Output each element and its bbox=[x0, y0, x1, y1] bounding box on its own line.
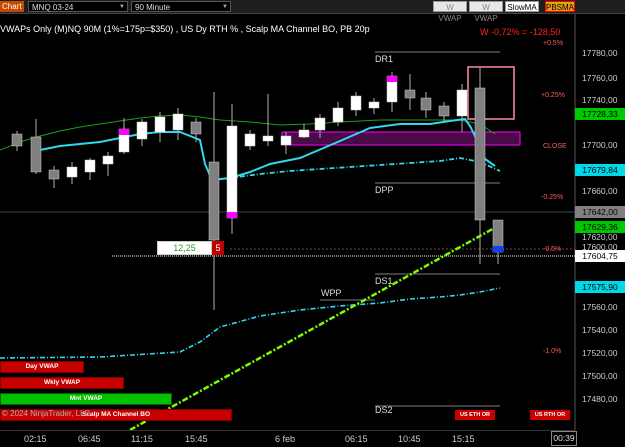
chevron-down-icon: ▼ bbox=[222, 4, 228, 10]
candle-body bbox=[420, 97, 432, 111]
price-badge-green-ma: 17728,33 bbox=[575, 108, 625, 120]
w-vwap-button-2[interactable]: W VWAP bbox=[469, 1, 503, 23]
trend-line bbox=[129, 224, 499, 430]
candle-body bbox=[404, 89, 416, 99]
candle-body bbox=[314, 117, 326, 131]
weekly-vwap-line bbox=[229, 157, 501, 179]
price-tick: 17560,00 bbox=[582, 302, 618, 312]
time-tick: 10:45 bbox=[398, 434, 421, 444]
price-tick: 17780,00 bbox=[582, 48, 618, 58]
instrument-selector[interactable]: MNQ 03-24 ▼ bbox=[28, 1, 128, 12]
us-eth-or-button[interactable]: US ETH OR bbox=[455, 410, 495, 420]
instrument-value: MNQ 03-24 bbox=[32, 3, 74, 12]
candle-body bbox=[298, 129, 310, 138]
candle-body bbox=[438, 105, 450, 117]
price-tick: 17760,00 bbox=[582, 73, 618, 83]
candle-body bbox=[154, 116, 166, 133]
weekly-vwap-label[interactable]: Wkly VWAP bbox=[0, 377, 124, 389]
candle-body bbox=[226, 125, 238, 219]
pct-label-minus-1: -1.0% bbox=[543, 348, 562, 355]
us-rth-or-button[interactable]: US RTH OR bbox=[530, 410, 570, 420]
candle-body bbox=[262, 135, 274, 142]
time-tick: 15:45 bbox=[185, 434, 208, 444]
pct-label-plus-0-5: +0.5% bbox=[543, 40, 564, 47]
signal-marker bbox=[493, 246, 503, 252]
candle-body bbox=[350, 95, 362, 111]
pct-label-close: CLOSE bbox=[543, 143, 567, 150]
signal-marker bbox=[387, 76, 397, 82]
time-tick: 06:15 bbox=[345, 434, 368, 444]
monthly-vwap-label[interactable]: Mnt VWAP bbox=[0, 393, 172, 405]
bar-counter: 12,25 bbox=[157, 241, 212, 255]
candle-body bbox=[11, 133, 23, 147]
price-tick: 17660,00 bbox=[582, 186, 618, 196]
price-badge-cyan-ma: 17679,84 bbox=[575, 164, 625, 176]
time-tick: 11:15 bbox=[131, 434, 153, 444]
price-tick: 17620,00 bbox=[582, 232, 618, 242]
price-badge-current: 17604,75 bbox=[575, 250, 625, 262]
chart-toolbar: Chart MNQ 03-24 ▼ 90 Minute ▼ W VWAP W V… bbox=[0, 0, 625, 23]
candle-body bbox=[332, 107, 344, 123]
interval-selector[interactable]: 90 Minute ▼ bbox=[131, 1, 231, 12]
price-chart[interactable] bbox=[0, 14, 625, 430]
pct-label-plus-0-25: +0.25% bbox=[541, 92, 565, 99]
time-tick: 6 feb bbox=[275, 434, 296, 444]
level-wpp: WPP bbox=[321, 288, 342, 298]
chart-title: VWAPs Only (M)NQ 90M (1%=175p=$350) , US… bbox=[0, 24, 370, 34]
price-tick: 17500,00 bbox=[582, 371, 618, 381]
pnl-readout: W -0,72% = -128,50 bbox=[480, 27, 561, 37]
signal-marker bbox=[119, 129, 129, 135]
w-vwap-button-1[interactable]: W VWAP bbox=[433, 1, 467, 23]
level-ds2: DS2 bbox=[375, 405, 393, 415]
interval-value: 90 Minute bbox=[135, 3, 171, 12]
candle-body bbox=[190, 121, 202, 135]
time-axis: 02:15 06:45 11:15 15:45 6 feb 06:15 10:4… bbox=[0, 430, 575, 447]
candle-body bbox=[30, 136, 42, 173]
time-tick: 06:45 bbox=[78, 434, 101, 444]
candle-body bbox=[172, 113, 184, 131]
candle-body bbox=[66, 166, 78, 178]
price-badge-monthly-vwap: 17575,90 bbox=[575, 281, 625, 293]
chevron-down-icon: ▼ bbox=[119, 4, 125, 10]
pbsma-button[interactable]: PBSMA bbox=[545, 1, 575, 12]
copyright-text: © 2024 NinjaTrader, LLC bbox=[2, 409, 91, 418]
price-badge-trend: 17629,36 bbox=[575, 221, 625, 233]
price-badge-last: 17642,00 bbox=[575, 206, 625, 218]
level-dr1: DR1 bbox=[375, 54, 394, 64]
candle-body bbox=[208, 161, 220, 241]
price-tick: 17740,00 bbox=[582, 95, 618, 105]
candle-body bbox=[48, 169, 60, 180]
time-tick: 02:15 bbox=[24, 434, 47, 444]
candle-body bbox=[84, 159, 96, 173]
bar-timer: 00:39 bbox=[551, 431, 577, 446]
candle-body bbox=[102, 155, 114, 165]
price-tick: 17520,00 bbox=[582, 348, 618, 358]
price-tick: 17700,00 bbox=[582, 140, 618, 150]
candle-body bbox=[474, 87, 486, 221]
pct-label-minus-0-25: -0.25% bbox=[541, 194, 564, 201]
chart-tab[interactable]: Chart bbox=[0, 1, 24, 12]
level-ds1: DS1 bbox=[375, 276, 393, 286]
bar-counter-count: 5 bbox=[212, 241, 224, 255]
pct-label-minus-0-5: -0.5% bbox=[543, 246, 562, 253]
candle-body bbox=[368, 101, 380, 109]
level-dpp: DPP bbox=[375, 185, 394, 195]
candle-body bbox=[456, 89, 468, 117]
monthly-vwap-line bbox=[0, 287, 501, 359]
signal-marker bbox=[227, 212, 237, 218]
price-tick: 17540,00 bbox=[582, 325, 618, 335]
price-tick: 17480,00 bbox=[582, 394, 618, 404]
candle-body bbox=[280, 135, 292, 146]
candle-body bbox=[136, 121, 148, 140]
slowma-button[interactable]: SlowMA bbox=[505, 1, 539, 12]
candle-body bbox=[244, 133, 256, 147]
time-tick: 15:15 bbox=[452, 434, 475, 444]
day-vwap-label[interactable]: Day VWAP bbox=[0, 361, 84, 373]
